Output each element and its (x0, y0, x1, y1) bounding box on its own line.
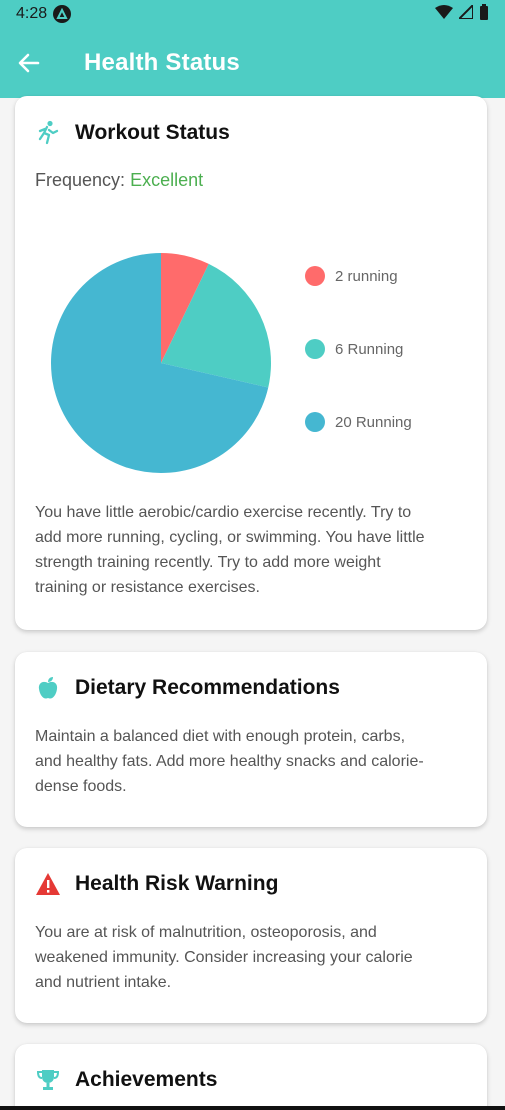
dietary-card: Dietary Recommendations Maintain a balan… (15, 652, 487, 827)
achievements-title: Achievements (75, 1068, 218, 1091)
diet-title: Dietary Recommendations (75, 676, 340, 699)
legend-item-1: 2 running (305, 266, 398, 286)
risk-title: Health Risk Warning (75, 872, 279, 895)
wifi-icon (435, 4, 453, 24)
apple-icon (35, 675, 61, 701)
system-nav-bar (0, 1106, 505, 1110)
app-notification-icon (53, 5, 72, 23)
back-button[interactable] (0, 28, 58, 98)
legend-item-3: 20 Running (305, 412, 412, 432)
app-bar: Health Status (0, 28, 505, 98)
running-icon (35, 120, 61, 146)
legend-label: 6 Running (335, 340, 404, 358)
warning-icon (35, 871, 61, 897)
workout-chart: 2 running 6 Running 20 Running (15, 226, 487, 486)
legend-item-2: 6 Running (305, 339, 403, 359)
workout-status-card: Workout Status Frequency: Excellent 2 ru… (15, 96, 487, 630)
page-title: Health Status (84, 49, 240, 76)
battery-icon (479, 3, 489, 25)
health-risk-card: Health Risk Warning You are at risk of m… (15, 848, 487, 1023)
achievements-card: Achievements (15, 1044, 487, 1110)
legend-dot (305, 412, 325, 432)
status-bar: 4:28 (0, 0, 505, 28)
workout-title: Workout Status (75, 121, 230, 144)
legend-label: 20 Running (335, 413, 412, 431)
risk-text: You are at risk of malnutrition, osteopo… (35, 924, 413, 991)
legend-dot (305, 266, 325, 286)
arrow-left-icon (18, 53, 40, 73)
signal-icon (456, 2, 474, 24)
frequency-label: Frequency: (35, 170, 126, 190)
frequency-value: Excellent (130, 170, 204, 190)
trophy-icon (35, 1067, 61, 1093)
frequency-row: Frequency: Excellent (15, 170, 487, 191)
diet-text: Maintain a balanced diet with enough pro… (35, 728, 424, 795)
legend-label: 2 running (335, 267, 398, 285)
pie-chart (51, 253, 271, 473)
status-time: 4:28 (16, 5, 48, 22)
workout-description: You have little aerobic/cardio exercise … (35, 504, 425, 596)
legend-dot (305, 339, 325, 359)
